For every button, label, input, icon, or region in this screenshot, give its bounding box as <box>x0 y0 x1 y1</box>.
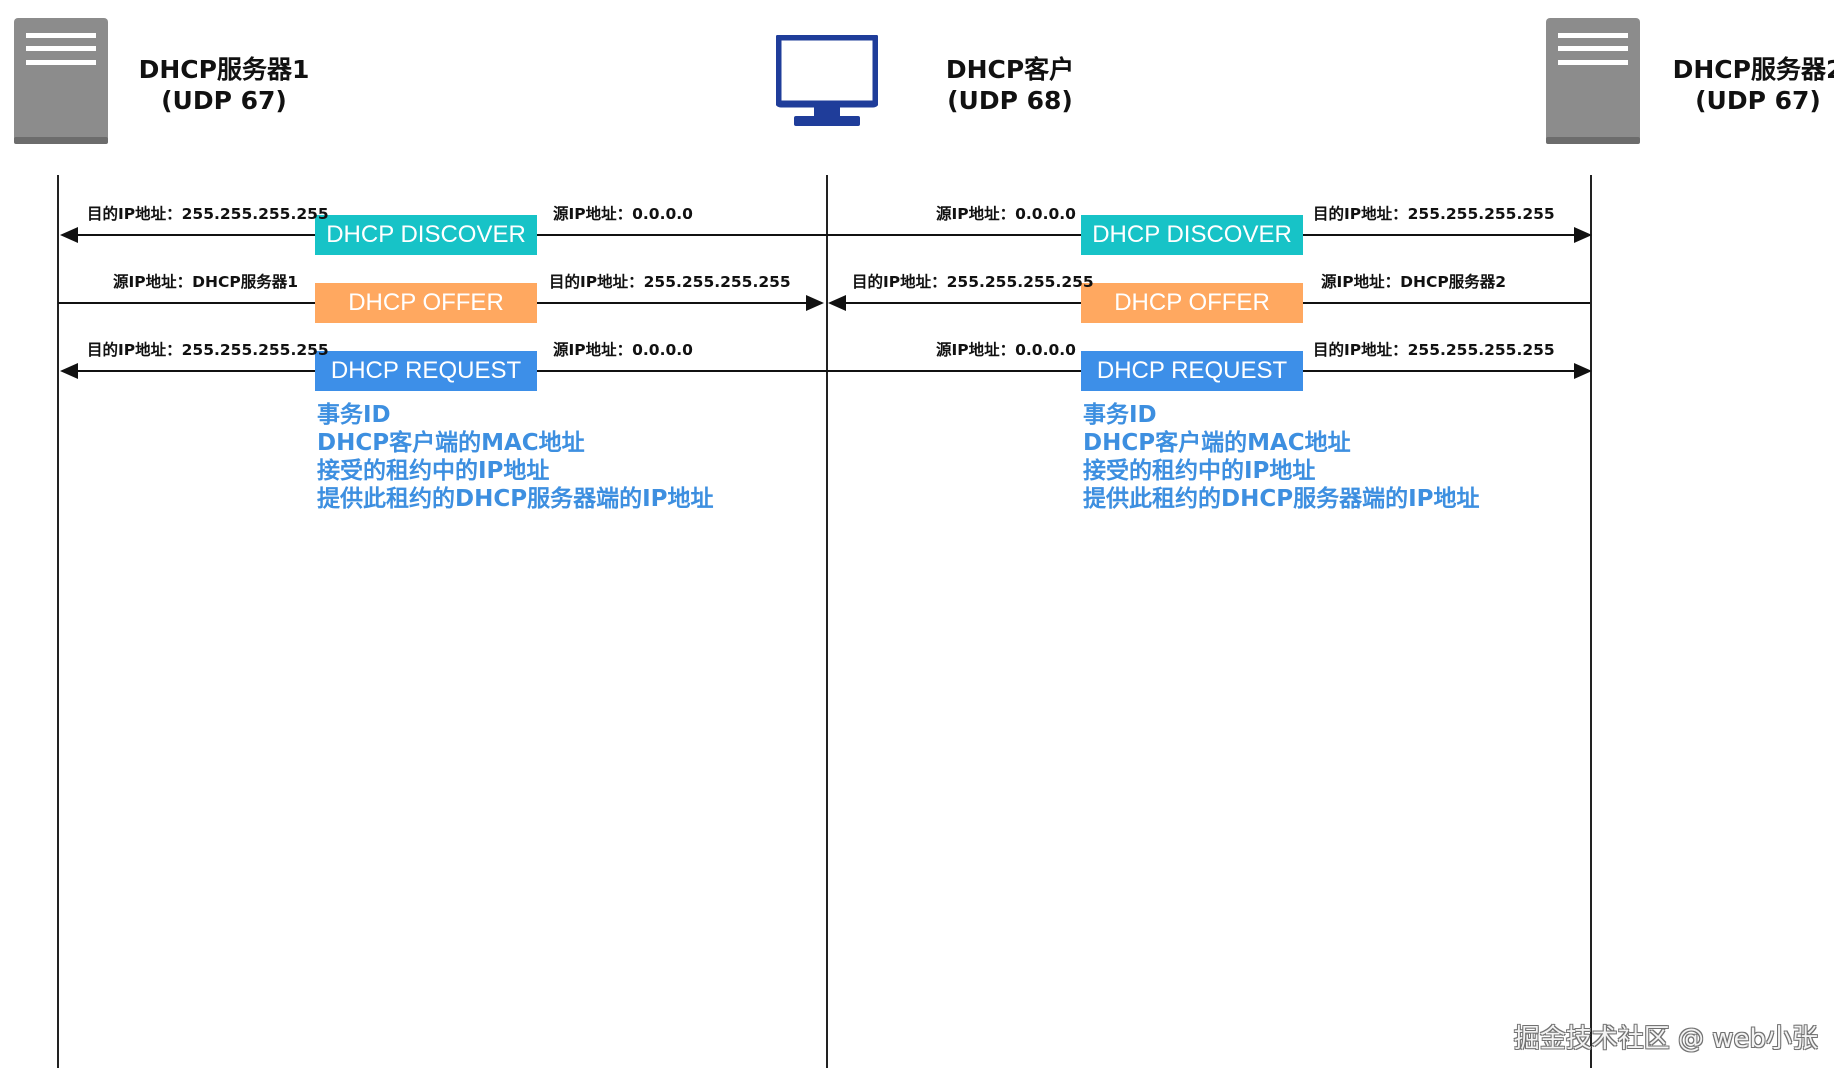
right-offer-box: DHCP OFFER <box>1081 283 1303 323</box>
note-line: 事务ID <box>317 402 391 428</box>
server2-label: DHCP服务器2 (UDP 67) <box>1672 55 1834 115</box>
right-request-dst: 目的IP地址：255.255.255.255 <box>1313 341 1555 359</box>
left-offer-box: DHCP OFFER <box>315 283 537 323</box>
note-line: 接受的租约中的IP地址 <box>317 458 550 484</box>
left-discover-box: DHCP DISCOVER <box>315 215 537 255</box>
left-discover-src: 源IP地址：0.0.0.0 <box>553 205 693 223</box>
left-request-box: DHCP REQUEST <box>315 351 537 391</box>
right-offer-src: 源IP地址：DHCP服务器2 <box>1321 273 1506 291</box>
left-offer-src: 源IP地址：DHCP服务器1 <box>113 273 298 291</box>
left-request-dst: 目的IP地址：255.255.255.255 <box>87 341 329 359</box>
left-request-arrowhead <box>60 363 78 379</box>
right-request-src: 源IP地址：0.0.0.0 <box>936 341 1076 359</box>
right-discover-src: 源IP地址：0.0.0.0 <box>936 205 1076 223</box>
note-line: 提供此租约的DHCP服务器端的IP地址 <box>317 486 714 512</box>
server2-lifeline <box>1590 175 1592 1068</box>
right-discover-arrowhead <box>1574 227 1592 243</box>
left-offer-arrowhead <box>806 295 824 311</box>
left-discover-arrowhead <box>60 227 78 243</box>
right-discover-dst: 目的IP地址：255.255.255.255 <box>1313 205 1555 223</box>
note-line: DHCP客户端的MAC地址 <box>1083 430 1351 456</box>
left-discover-dst: 目的IP地址：255.255.255.255 <box>87 205 329 223</box>
left-offer-dst: 目的IP地址：255.255.255.255 <box>549 273 791 291</box>
right-request-arrowhead <box>1574 363 1592 379</box>
note-line: 事务ID <box>1083 402 1157 428</box>
right-offer-arrowhead <box>828 295 846 311</box>
note-line: 提供此租约的DHCP服务器端的IP地址 <box>1083 486 1480 512</box>
server1-lifeline <box>57 175 59 1068</box>
left-request-notes: 事务ID DHCP客户端的MAC地址 接受的租约中的IP地址 提供此租约的DHC… <box>317 401 714 513</box>
server2-icon <box>1546 18 1640 144</box>
right-request-notes: 事务ID DHCP客户端的MAC地址 接受的租约中的IP地址 提供此租约的DHC… <box>1083 401 1480 513</box>
note-line: DHCP客户端的MAC地址 <box>317 430 585 456</box>
watermark: 掘金技术社区 @ web小张 <box>1513 1024 1818 1054</box>
note-line: 接受的租约中的IP地址 <box>1083 458 1316 484</box>
right-discover-box: DHCP DISCOVER <box>1081 215 1303 255</box>
server1-icon <box>14 18 108 144</box>
right-offer-dst: 目的IP地址：255.255.255.255 <box>852 273 1094 291</box>
right-request-box: DHCP REQUEST <box>1081 351 1303 391</box>
client-label: DHCP客户 (UDP 68) <box>945 55 1075 115</box>
client-monitor-icon <box>774 33 880 127</box>
left-request-src: 源IP地址：0.0.0.0 <box>553 341 693 359</box>
server1-label: DHCP服务器1 (UDP 67) <box>138 55 310 115</box>
